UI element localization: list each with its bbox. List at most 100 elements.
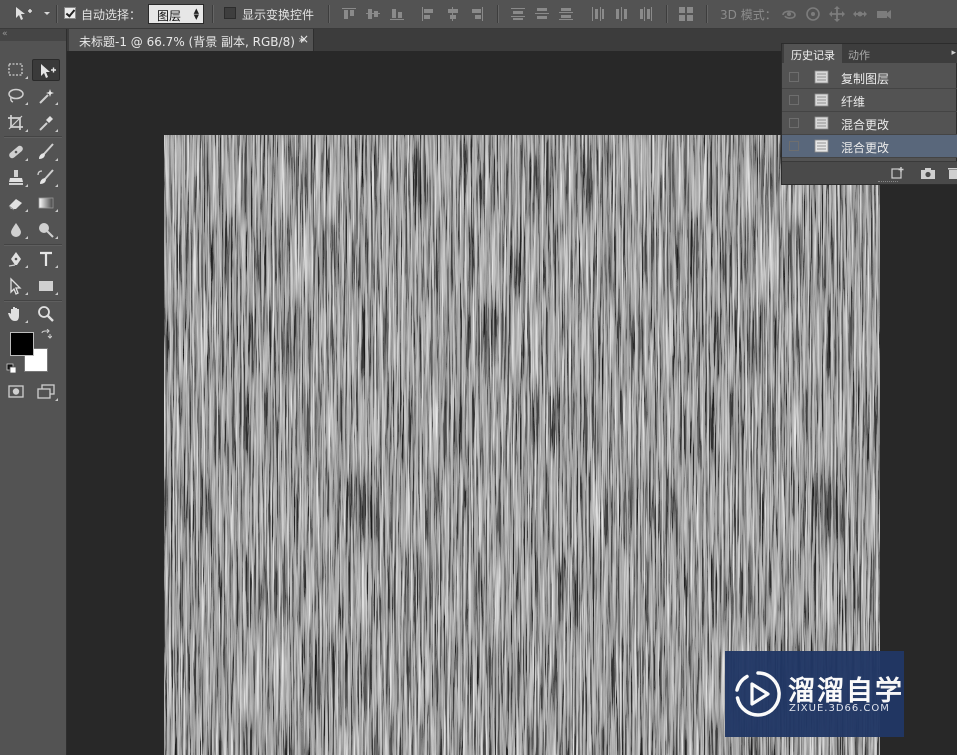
history-state-icon [814, 93, 829, 107]
history-panel: 历史记录 动作 ▸ 复制图层 纤维 混合更改 混合更改 [781, 43, 957, 185]
screen-mode-icon [37, 384, 55, 399]
auto-select-target-dropdown[interactable]: 图层 ▲ ▼ [148, 4, 204, 24]
history-state-icon [814, 116, 829, 130]
marquee-tool[interactable] [2, 59, 30, 81]
blur-tool[interactable] [2, 219, 30, 241]
document-tab[interactable]: 未标题-1 @ 66.7% (背景 副本, RGB/8) * × [69, 29, 314, 51]
history-brush-tool[interactable] [32, 167, 60, 189]
align-top-edges-icon[interactable] [341, 6, 357, 22]
history-source-checkbox[interactable] [789, 118, 799, 128]
pen-tool[interactable] [2, 248, 30, 270]
default-colors-icon[interactable] [6, 363, 18, 375]
lasso-tool[interactable] [2, 85, 30, 107]
tab-actions[interactable]: 动作 [841, 44, 877, 63]
zoom-tool[interactable] [32, 303, 60, 325]
align-left-edges-icon[interactable] [420, 6, 436, 22]
history-source-checkbox[interactable] [789, 72, 799, 82]
magic-wand-icon [39, 89, 54, 104]
rectangular-marquee-icon [8, 63, 23, 76]
watermark-domain: ZIXUE.3D66.COM [789, 703, 890, 714]
auto-select-label: 自动选择： [81, 8, 142, 22]
brush-tool[interactable] [32, 141, 60, 163]
tools-panel-grip[interactable]: « [0, 29, 66, 41]
rectangle-tool[interactable] [32, 275, 60, 297]
eraser-tool[interactable] [2, 192, 30, 214]
tab-history[interactable]: 历史记录 [784, 44, 842, 63]
collapse-glyph: « [2, 29, 8, 39]
history-brush-icon [37, 169, 54, 184]
history-state-icon [814, 70, 829, 84]
auto-select-target-value: 图层 [157, 9, 182, 23]
dodge-tool[interactable] [32, 219, 60, 241]
screen-mode-button[interactable] [32, 381, 60, 403]
history-item-label: 纤维 [841, 95, 866, 109]
align-vertical-centers-icon[interactable] [365, 6, 381, 22]
move-tool-icon [41, 64, 56, 78]
auto-align-layers-icon[interactable] [678, 6, 694, 22]
magic-wand-tool[interactable] [32, 85, 60, 107]
3d-slide-icon[interactable] [851, 5, 869, 23]
close-icon[interactable]: × [299, 32, 309, 46]
distribute-left-edges-icon[interactable] [590, 6, 606, 22]
distribute-top-edges-icon[interactable] [510, 6, 526, 22]
type-tool[interactable] [32, 248, 60, 270]
gradient-tool[interactable] [32, 192, 60, 214]
3d-scale-icon[interactable] [875, 5, 893, 23]
3d-rotate-icon[interactable] [780, 5, 798, 23]
lasso-icon [8, 88, 24, 103]
show-transform-controls-label: 显示变换控件 [242, 8, 315, 22]
3d-roll-icon[interactable] [804, 5, 822, 23]
align-horizontal-centers-icon[interactable] [445, 6, 461, 22]
swap-colors-icon[interactable] [40, 329, 52, 341]
align-right-edges-icon[interactable] [469, 6, 485, 22]
3d-drag-icon[interactable] [828, 5, 846, 23]
document-tab-title: 未标题-1 @ 66.7% (背景 副本, RGB/8) * [79, 35, 305, 49]
magnifier-icon [38, 306, 54, 322]
move-tool[interactable] [32, 59, 60, 81]
crop-icon [8, 115, 23, 130]
history-item[interactable]: 复制图层 [782, 66, 957, 89]
options-separator [328, 5, 330, 23]
history-item[interactable]: 混合更改 [782, 112, 957, 135]
align-bottom-edges-icon[interactable] [389, 6, 405, 22]
history-source-checkbox[interactable] [789, 95, 799, 105]
new-document-from-state-icon[interactable] [890, 166, 906, 180]
panel-resize-grip[interactable] [878, 181, 898, 185]
history-item-label: 混合更改 [841, 141, 890, 155]
quick-mask-mode-button[interactable] [2, 381, 30, 403]
path-selection-tool[interactable] [2, 275, 30, 297]
show-transform-controls-checkbox[interactable] [224, 7, 236, 19]
bandage-icon [9, 145, 23, 159]
options-separator [706, 5, 708, 23]
distribute-bottom-edges-icon[interactable] [558, 6, 574, 22]
clone-stamp-tool[interactable] [2, 167, 30, 189]
healing-brush-tool[interactable] [2, 141, 30, 163]
tools-separator [4, 136, 62, 138]
history-panel-footer [782, 161, 957, 184]
tools-separator [4, 300, 62, 302]
tools-separator [4, 244, 62, 246]
foreground-color-swatch[interactable] [10, 332, 34, 356]
distribute-horizontal-centers-icon[interactable] [614, 6, 630, 22]
panel-menu-icon[interactable]: ▸ [951, 48, 956, 58]
distribute-vertical-centers-icon[interactable] [534, 6, 550, 22]
eyedropper-tool[interactable] [32, 112, 60, 134]
history-item-selected[interactable]: 混合更改 [782, 135, 957, 158]
auto-select-checkbox[interactable] [64, 7, 76, 19]
brush-icon [39, 143, 54, 159]
options-separator [666, 5, 668, 23]
quick-mask-icon [8, 385, 24, 398]
distribute-right-edges-icon[interactable] [638, 6, 654, 22]
watermark-logo-icon [735, 671, 781, 717]
trash-icon[interactable] [948, 166, 957, 180]
watermark-badge: 溜溜自学 ZIXUE.3D66.COM [725, 651, 904, 737]
tool-preset-picker[interactable] [6, 4, 52, 24]
eraser-icon [8, 199, 22, 211]
history-source-checkbox[interactable] [789, 141, 799, 151]
camera-icon[interactable] [920, 166, 936, 180]
history-item[interactable]: 纤维 [782, 89, 957, 112]
crop-tool[interactable] [2, 112, 30, 134]
hand-tool[interactable] [2, 303, 30, 325]
path-selection-arrow-icon [10, 277, 22, 295]
rectangle-shape-icon [39, 281, 53, 291]
